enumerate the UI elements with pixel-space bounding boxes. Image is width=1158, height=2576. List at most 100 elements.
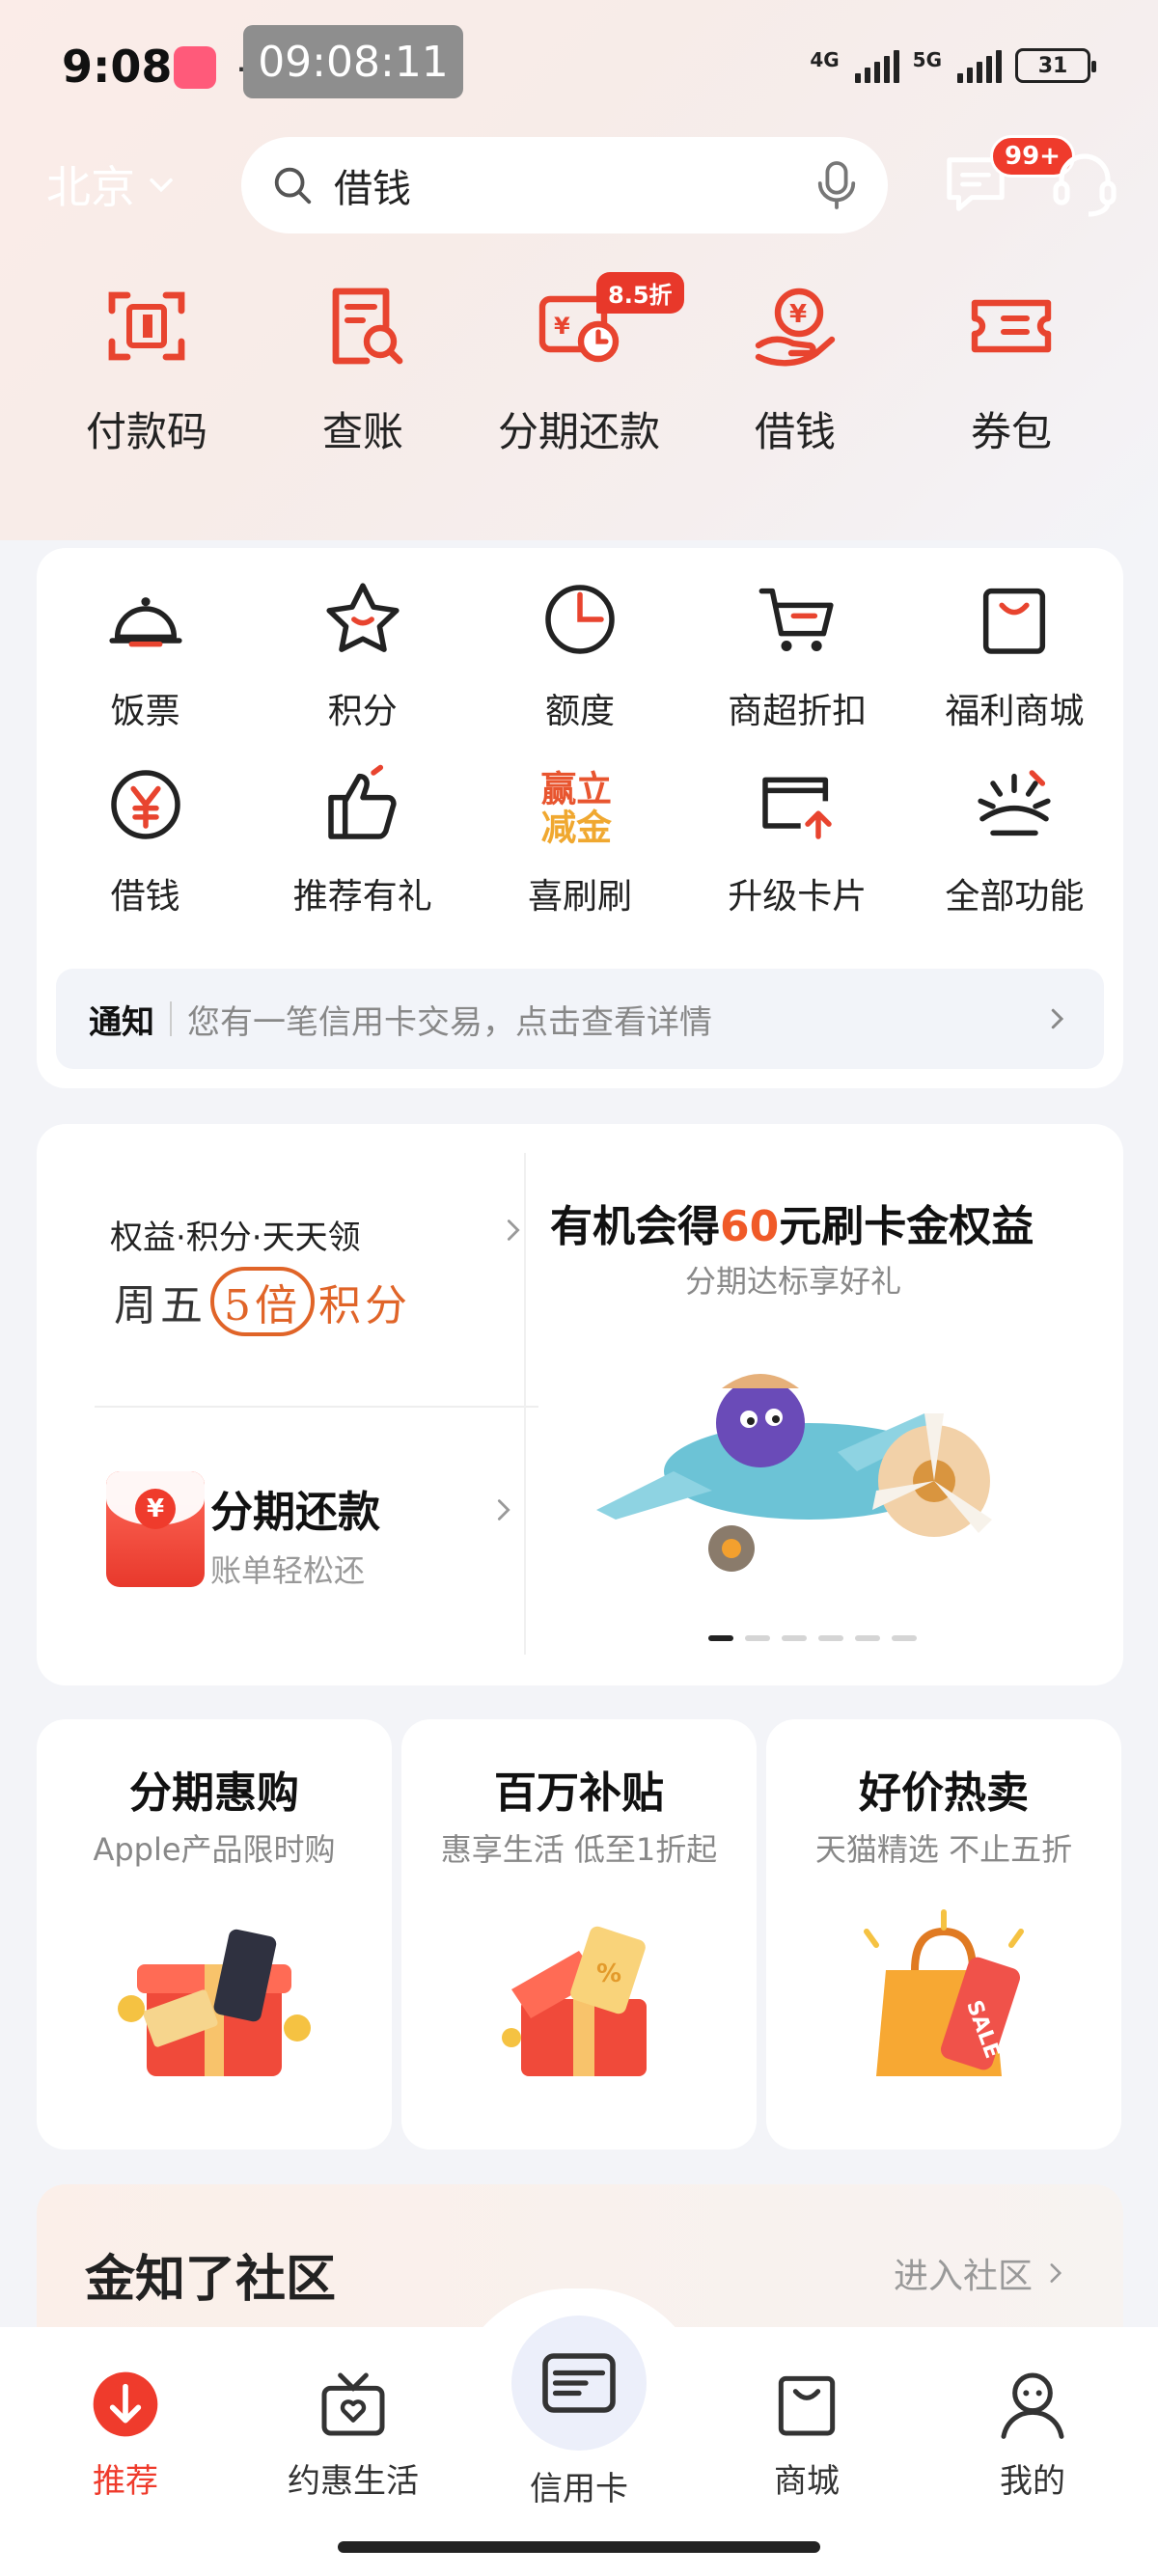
tab-mall[interactable]: 商城 bbox=[710, 2366, 903, 2502]
grid-label: 借钱 bbox=[110, 877, 180, 917]
grid-item-referral[interactable]: 推荐有礼 bbox=[254, 762, 471, 918]
star-icon bbox=[326, 583, 400, 652]
scan-code-icon bbox=[108, 291, 185, 361]
rewards-title[interactable]: 权益·积分·天天领 bbox=[110, 1211, 361, 1258]
quick-installment[interactable]: ¥ 8.5折 分期还款 bbox=[471, 272, 687, 473]
tab-credit-card[interactable] bbox=[511, 2316, 647, 2451]
tab-mine[interactable]: 我的 bbox=[936, 2366, 1129, 2502]
feature-installment-shop[interactable]: 分期惠购 Apple产品限时购 bbox=[37, 1719, 392, 2150]
chevron-right-icon bbox=[497, 1499, 510, 1521]
carousel-dot[interactable] bbox=[708, 1635, 733, 1641]
carousel-dot[interactable] bbox=[892, 1635, 917, 1641]
grid-item-welfare-mall[interactable]: 福利商城 bbox=[906, 577, 1123, 733]
carousel-indicator bbox=[708, 1635, 917, 1641]
grid-item-xishuashua[interactable]: 赢立 减金 喜刷刷 bbox=[471, 762, 688, 918]
chevron-right-icon bbox=[507, 1219, 520, 1241]
shopping-bag-icon bbox=[778, 2375, 836, 2436]
grid-item-upgrade-card[interactable]: 升级卡片 bbox=[689, 762, 906, 918]
chevron-right-icon bbox=[1050, 2263, 1062, 2283]
battery-icon: 31 bbox=[1015, 48, 1096, 83]
quick-label: 借钱 bbox=[754, 408, 836, 455]
dome-dish-icon bbox=[109, 597, 182, 647]
microphone-icon[interactable] bbox=[814, 159, 859, 211]
carousel-dot[interactable] bbox=[818, 1635, 843, 1641]
tab-recommend[interactable]: 推荐 bbox=[29, 2366, 222, 2502]
red-envelope-icon: ¥ bbox=[106, 1471, 205, 1587]
banner-title[interactable]: 有机会得60元刷卡金权益 bbox=[550, 1192, 1034, 1253]
carousel-dot[interactable] bbox=[782, 1635, 807, 1641]
svg-text:%: % bbox=[596, 1959, 621, 1988]
search-bar[interactable]: 借钱 bbox=[241, 137, 888, 233]
mascot-airplane-illustration[interactable] bbox=[587, 1307, 1040, 1597]
feature-title: 分期惠购 bbox=[129, 1768, 299, 1818]
credit-card-icon bbox=[542, 2353, 616, 2413]
grid-item-meal-ticket[interactable]: 饭票 bbox=[37, 577, 254, 733]
chevron-right-icon bbox=[1051, 1008, 1064, 1029]
grid-label: 全部功能 bbox=[945, 877, 1085, 917]
user-icon bbox=[1001, 2372, 1064, 2439]
customer-service-icon[interactable] bbox=[1048, 147, 1121, 220]
grid-item-credit-limit[interactable]: 额度 bbox=[471, 577, 688, 733]
city-selector[interactable]: 北京 bbox=[46, 152, 178, 216]
feature-subtitle: 天猫精选 不止五折 bbox=[814, 1831, 1073, 1868]
screen-record-clock: 09:08:11 bbox=[243, 25, 463, 98]
signal-5g-icon bbox=[957, 48, 1002, 83]
feature-title: 百万补贴 bbox=[494, 1768, 664, 1818]
tab-label: 我的 bbox=[1000, 2462, 1065, 2501]
points-label: 积分 bbox=[318, 1281, 411, 1330]
grid-item-loan[interactable]: 借钱 bbox=[37, 762, 254, 918]
friday-points-banner[interactable]: 周五 5倍 积分 bbox=[114, 1267, 411, 1336]
grid-item-supermarket[interactable]: 商超折扣 bbox=[689, 577, 906, 733]
city-label: 北京 bbox=[46, 161, 135, 213]
grid-item-points[interactable]: 积分 bbox=[254, 577, 471, 733]
card-upgrade-icon bbox=[762, 777, 832, 839]
tab-label: 信用卡 bbox=[530, 2470, 628, 2508]
notice-bar[interactable]: 通知 您有一笔信用卡交易，点击查看详情 bbox=[56, 969, 1104, 1069]
grid-label: 额度 bbox=[544, 692, 615, 731]
quick-label: 分期还款 bbox=[497, 408, 660, 455]
status-bar: 9:08 … 09:08:11 4G 5G 31 bbox=[0, 0, 1158, 135]
feature-million-subsidy[interactable]: 百万补贴 惠享生活 低至1折起 % bbox=[401, 1719, 757, 2150]
app-notification-icon bbox=[174, 46, 216, 89]
quick-check-bill[interactable]: 查账 bbox=[255, 280, 471, 473]
grid-item-all-functions[interactable]: 全部功能 bbox=[906, 762, 1123, 918]
notice-tag: 通知 bbox=[89, 1002, 154, 1042]
quick-loan[interactable]: ¥ 借钱 bbox=[687, 280, 903, 473]
sunrise-icon bbox=[978, 770, 1051, 836]
loan-hand-icon: ¥ bbox=[755, 288, 836, 367]
win-gold-icon: 赢立减金 bbox=[541, 768, 613, 847]
gift-box-illustration bbox=[118, 1929, 311, 2076]
svg-text:¥: ¥ bbox=[554, 313, 570, 340]
promo-card: 权益·积分·天天领 周五 5倍 积分 ¥ 分期还款 账单轻松还 有机会得60元刷… bbox=[37, 1124, 1123, 1685]
quick-pay-code[interactable]: 付款码 bbox=[39, 280, 255, 473]
community-title: 金知了社区 bbox=[85, 2250, 337, 2309]
notice-divider bbox=[170, 1001, 172, 1036]
home-indicator bbox=[338, 2541, 820, 2553]
search-input[interactable]: 借钱 bbox=[334, 157, 814, 213]
grid-label: 推荐有礼 bbox=[292, 877, 432, 917]
quick-label: 付款码 bbox=[85, 408, 207, 455]
feature-hot-deals[interactable]: 好价热卖 天猫精选 不止五折 SALE bbox=[766, 1719, 1121, 2150]
enter-community-link[interactable]: 进入社区 bbox=[894, 2248, 1069, 2298]
grid-label: 饭票 bbox=[110, 692, 180, 731]
signal-4g-icon bbox=[854, 48, 899, 83]
svg-text:¥: ¥ bbox=[789, 300, 807, 329]
carousel-dot[interactable] bbox=[745, 1635, 770, 1641]
grid-label: 喜刷刷 bbox=[527, 877, 632, 917]
tv-heart-icon bbox=[321, 2372, 385, 2436]
banner-title-b: 元刷卡金权益 bbox=[779, 1202, 1034, 1251]
installment-promo-title[interactable]: 分期还款 bbox=[210, 1477, 380, 1539]
quick-actions: 付款码 查账 ¥ 8.5折 分期还款 ¥ 借钱 券包 bbox=[39, 272, 1119, 473]
carousel-dot[interactable] bbox=[855, 1635, 880, 1641]
enter-community-label: 进入社区 bbox=[893, 2257, 1033, 2296]
tab-life[interactable]: 约惠生活 bbox=[257, 2366, 450, 2502]
function-grid-card: 饭票 积分 额度 商超折扣 福利商城 借钱 推荐有礼 赢立 减金 喜刷刷 升级卡… bbox=[37, 548, 1123, 1088]
status-time: 9:08 bbox=[62, 41, 173, 93]
grid-label: 升级卡片 bbox=[728, 877, 868, 917]
friday-label: 周五 bbox=[114, 1281, 207, 1330]
grid-label: 福利商城 bbox=[945, 692, 1085, 731]
bottom-tab-bar: 推荐 约惠生活 信用卡 商城 我的 bbox=[0, 2288, 1158, 2576]
svg-text:减金: 减金 bbox=[541, 808, 613, 847]
quick-coupons[interactable]: 券包 bbox=[903, 280, 1119, 473]
yuan-circle-icon bbox=[110, 770, 180, 839]
